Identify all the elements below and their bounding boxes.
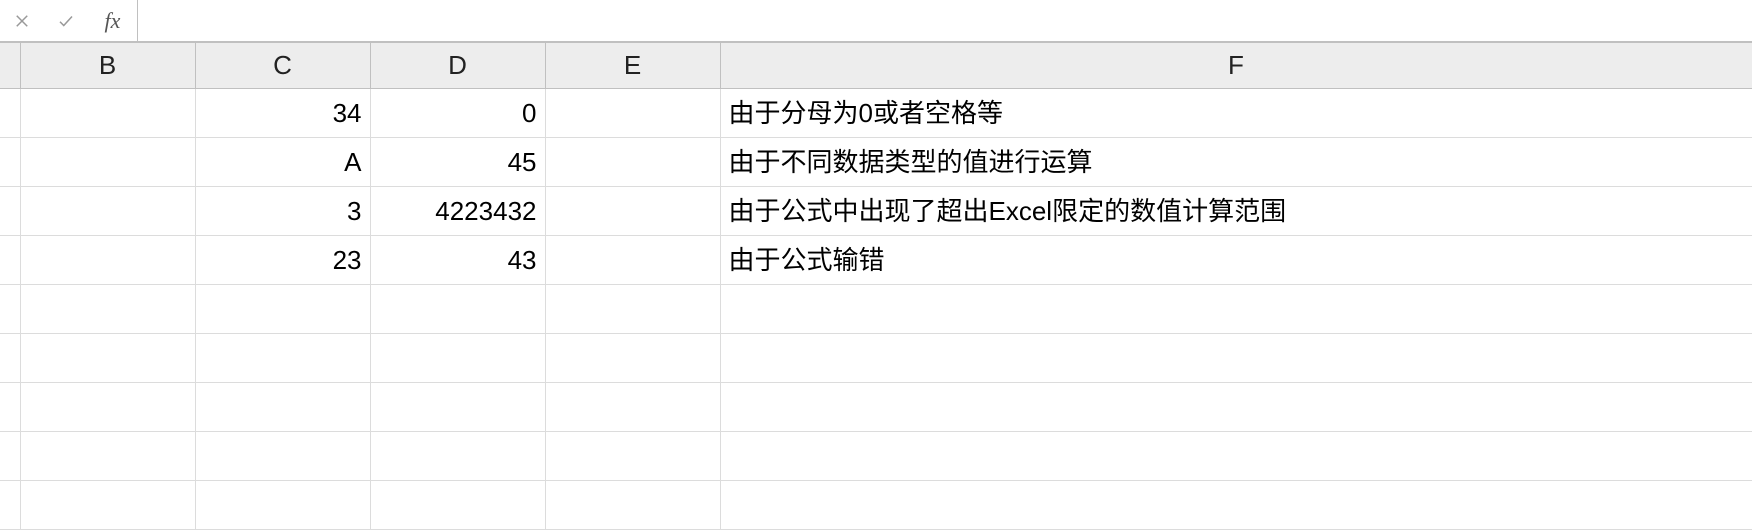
cell-D[interactable]: 45 <box>370 138 545 187</box>
row-stub <box>0 236 20 285</box>
cell-C[interactable] <box>195 481 370 530</box>
fx-label[interactable]: fx <box>88 0 138 41</box>
row-stub <box>0 138 20 187</box>
cell-B[interactable] <box>20 481 195 530</box>
table-row[interactable] <box>0 383 1752 432</box>
cell-E[interactable] <box>545 334 720 383</box>
table-row[interactable] <box>0 285 1752 334</box>
column-header-B[interactable]: B <box>20 43 195 89</box>
cell-E[interactable] <box>545 285 720 334</box>
cell-E[interactable] <box>545 89 720 138</box>
column-header-F[interactable]: F <box>720 43 1752 89</box>
formula-bar: fx <box>0 0 1752 42</box>
table-row[interactable] <box>0 432 1752 481</box>
cell-F[interactable]: 由于分母为0或者空格等 <box>720 89 1752 138</box>
cell-B[interactable] <box>20 432 195 481</box>
table-row[interactable]: 23 43 由于公式输错 <box>0 236 1752 285</box>
header-stub[interactable] <box>0 43 20 89</box>
table-row[interactable] <box>0 334 1752 383</box>
cell-B[interactable] <box>20 285 195 334</box>
cell-D[interactable] <box>370 432 545 481</box>
cancel-icon[interactable] <box>0 0 44 41</box>
cell-D[interactable]: 0 <box>370 89 545 138</box>
spreadsheet-grid[interactable]: B C D E F 34 0 由于分母为0或者空格等 A 45 <box>0 42 1752 530</box>
table-row[interactable]: A 45 由于不同数据类型的值进行运算 <box>0 138 1752 187</box>
column-header-C[interactable]: C <box>195 43 370 89</box>
cell-C[interactable]: 3 <box>195 187 370 236</box>
cell-F[interactable] <box>720 481 1752 530</box>
row-stub <box>0 432 20 481</box>
cell-E[interactable] <box>545 432 720 481</box>
cell-B[interactable] <box>20 383 195 432</box>
cell-D[interactable] <box>370 481 545 530</box>
cell-D[interactable] <box>370 285 545 334</box>
row-stub <box>0 187 20 236</box>
cell-E[interactable] <box>545 481 720 530</box>
cell-B[interactable] <box>20 89 195 138</box>
table-row[interactable]: 3 4223432 由于公式中出现了超出Excel限定的数值计算范围 <box>0 187 1752 236</box>
row-stub <box>0 383 20 432</box>
formula-input[interactable] <box>146 0 1752 41</box>
cell-E[interactable] <box>545 138 720 187</box>
column-header-D[interactable]: D <box>370 43 545 89</box>
column-header-E[interactable]: E <box>545 43 720 89</box>
row-stub <box>0 334 20 383</box>
cell-D[interactable]: 43 <box>370 236 545 285</box>
cell-C[interactable]: 34 <box>195 89 370 138</box>
cell-F[interactable] <box>720 432 1752 481</box>
row-stub <box>0 89 20 138</box>
cell-B[interactable] <box>20 138 195 187</box>
cell-D[interactable] <box>370 334 545 383</box>
cell-C[interactable]: A <box>195 138 370 187</box>
row-stub <box>0 481 20 530</box>
cell-E[interactable] <box>545 383 720 432</box>
fx-text: fx <box>105 8 121 34</box>
row-stub <box>0 285 20 334</box>
column-header-row: B C D E F <box>0 43 1752 89</box>
cell-C[interactable] <box>195 334 370 383</box>
cell-C[interactable]: 23 <box>195 236 370 285</box>
cell-B[interactable] <box>20 187 195 236</box>
cell-B[interactable] <box>20 334 195 383</box>
cell-C[interactable] <box>195 285 370 334</box>
cell-D[interactable]: 4223432 <box>370 187 545 236</box>
cell-F[interactable]: 由于公式中出现了超出Excel限定的数值计算范围 <box>720 187 1752 236</box>
cell-C[interactable] <box>195 432 370 481</box>
cell-F[interactable] <box>720 383 1752 432</box>
cell-F[interactable] <box>720 334 1752 383</box>
cell-C[interactable] <box>195 383 370 432</box>
cell-B[interactable] <box>20 236 195 285</box>
cell-D[interactable] <box>370 383 545 432</box>
cell-F[interactable] <box>720 285 1752 334</box>
table-row[interactable] <box>0 481 1752 530</box>
cell-E[interactable] <box>545 236 720 285</box>
cell-F[interactable]: 由于不同数据类型的值进行运算 <box>720 138 1752 187</box>
table-row[interactable]: 34 0 由于分母为0或者空格等 <box>0 89 1752 138</box>
cell-E[interactable] <box>545 187 720 236</box>
confirm-icon[interactable] <box>44 0 88 41</box>
cell-F[interactable]: 由于公式输错 <box>720 236 1752 285</box>
